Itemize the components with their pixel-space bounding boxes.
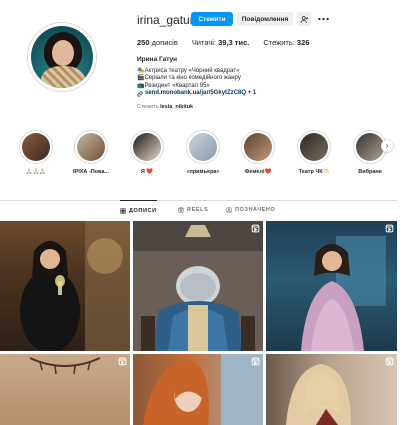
post-photo bbox=[29, 357, 101, 375]
profile-full-name: Ирина Гатун bbox=[137, 56, 178, 63]
reels-icon bbox=[178, 207, 184, 213]
highlight-cover bbox=[77, 133, 105, 161]
following-count[interactable]: Стежить: 326 bbox=[263, 38, 309, 47]
post-thumbnail[interactable] bbox=[0, 354, 130, 425]
highlight-label: 🙏🏻🙏🏻🙏🏻 bbox=[25, 169, 47, 175]
link-icon bbox=[137, 91, 143, 97]
post-thumbnail[interactable] bbox=[133, 221, 263, 351]
profile-avatar[interactable] bbox=[27, 22, 97, 92]
chevron-right-icon bbox=[385, 143, 389, 149]
highlight-item[interactable]: Театр ЧК🫶🏻 bbox=[294, 130, 334, 175]
post-thumbnail[interactable] bbox=[133, 354, 263, 425]
grid-icon bbox=[120, 207, 126, 214]
post-thumbnail[interactable] bbox=[266, 354, 397, 425]
post-photo bbox=[143, 354, 263, 425]
tab-reels[interactable]: REELS bbox=[178, 200, 208, 220]
highlight-label: Театр ЧК🫶🏻 bbox=[298, 169, 330, 175]
highlight-cover bbox=[189, 133, 217, 161]
highlight-cover bbox=[22, 133, 50, 161]
posts-count: 250 дописів bbox=[137, 38, 178, 47]
post-photo bbox=[301, 236, 386, 351]
reel-icon bbox=[385, 357, 394, 366]
post-photo bbox=[20, 221, 130, 351]
post-thumbnail[interactable] bbox=[266, 221, 397, 351]
bio-line: 🎬Серіали та кіно комедійного жанру bbox=[137, 75, 241, 82]
highlight-item[interactable]: 🙏🏻🙏🏻🙏🏻 bbox=[16, 130, 56, 175]
follow-button[interactable]: Стежити bbox=[191, 12, 233, 26]
message-button[interactable]: Повідомлення bbox=[237, 12, 293, 26]
reel-icon bbox=[251, 357, 260, 366]
post-photo bbox=[286, 364, 351, 425]
highlight-label: «примьера» bbox=[186, 169, 220, 175]
post-photo bbox=[133, 221, 263, 351]
bio-line: 📺Резидент «Квартал 95» bbox=[137, 82, 210, 89]
reel-icon bbox=[118, 357, 127, 366]
highlight-item[interactable]: ІРІХА -Пова... bbox=[71, 130, 111, 175]
highlights-next-button[interactable] bbox=[381, 140, 393, 152]
highlight-cover bbox=[244, 133, 272, 161]
followed-by[interactable]: Стежить lesia_nikituk bbox=[137, 104, 377, 112]
highlight-item[interactable]: Я ❤️ bbox=[127, 130, 167, 175]
highlight-label: Вибране bbox=[358, 169, 382, 175]
reel-icon bbox=[385, 224, 394, 233]
highlight-item[interactable]: Вибране bbox=[350, 130, 390, 175]
suggested-users-button[interactable] bbox=[297, 12, 311, 26]
post-thumbnail[interactable] bbox=[0, 221, 130, 351]
highlight-cover bbox=[133, 133, 161, 161]
highlight-item[interactable]: «примьера» bbox=[183, 130, 223, 175]
bio-link[interactable]: send.monobank.ua/jar/5GkytZzC8Q + 1 bbox=[137, 90, 377, 98]
highlight-label: Фемелі❤️ bbox=[244, 169, 272, 175]
add-person-icon bbox=[300, 15, 308, 23]
reel-icon bbox=[251, 224, 260, 233]
profile-stats: 250 дописів Читачі: 39,3 тис. Стежить: 3… bbox=[137, 38, 323, 47]
more-options-button[interactable] bbox=[316, 12, 330, 26]
highlight-label: Я ❤️ bbox=[140, 169, 154, 175]
highlight-cover bbox=[300, 133, 328, 161]
more-dots-icon bbox=[317, 17, 329, 21]
followers-count[interactable]: Читачі: 39,3 тис. bbox=[192, 38, 250, 47]
highlight-label: ІРІХА -Пова... bbox=[73, 169, 109, 175]
avatar-photo bbox=[31, 26, 93, 88]
story-highlights: 🙏🏻🙏🏻🙏🏻 ІРІХА -Пова... Я ❤️ «примьера» Фе… bbox=[14, 130, 399, 180]
highlight-item[interactable]: Фемелі❤️ bbox=[238, 130, 278, 175]
tab-posts[interactable]: ДОПИСИ bbox=[120, 200, 157, 220]
tagged-icon bbox=[226, 207, 232, 213]
highlight-cover bbox=[356, 133, 384, 161]
profile-bio: Ирина Гатун 🎭Актриса театру «Чорний квад… bbox=[137, 56, 377, 112]
profile-username: irina_gatun bbox=[137, 13, 197, 27]
tab-tagged[interactable]: ПОЗНАЧЕНО bbox=[226, 200, 275, 220]
